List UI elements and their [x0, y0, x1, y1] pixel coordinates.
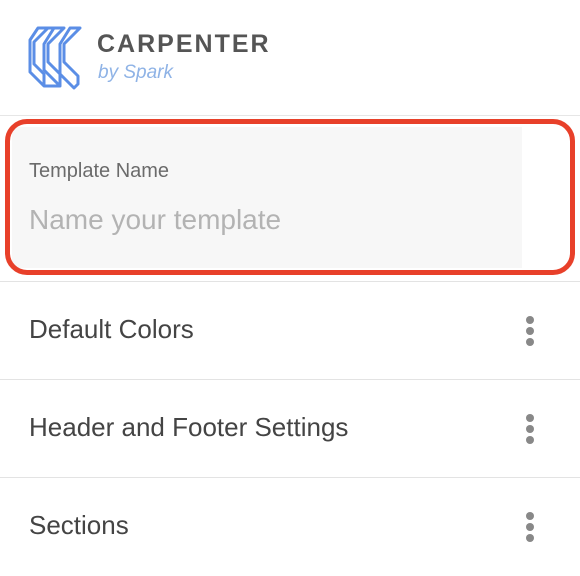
brand-subtitle: by Spark	[98, 62, 173, 83]
template-name-label: Template Name	[29, 160, 170, 182]
section-row-sections[interactable]: Sections	[0, 477, 580, 575]
template-name-input[interactable]	[26, 198, 506, 242]
section-row-label: Default Colors	[29, 314, 194, 344]
brand-name: CARPENTER	[97, 30, 271, 58]
template-editor-panel: CARPENTER by Spark Template Name Default…	[0, 0, 580, 576]
kebab-menu-icon[interactable]	[520, 508, 540, 546]
brand-header: CARPENTER by Spark	[0, 0, 580, 116]
section-row-label: Sections	[29, 510, 129, 540]
kebab-menu-icon[interactable]	[520, 410, 540, 448]
section-row-header-footer-settings[interactable]: Header and Footer Settings	[0, 379, 580, 477]
section-row-label: Header and Footer Settings	[29, 412, 349, 442]
section-row-default-colors[interactable]: Default Colors	[0, 281, 580, 379]
kebab-menu-icon[interactable]	[520, 312, 540, 350]
carpenter-logo-icon	[28, 26, 82, 90]
